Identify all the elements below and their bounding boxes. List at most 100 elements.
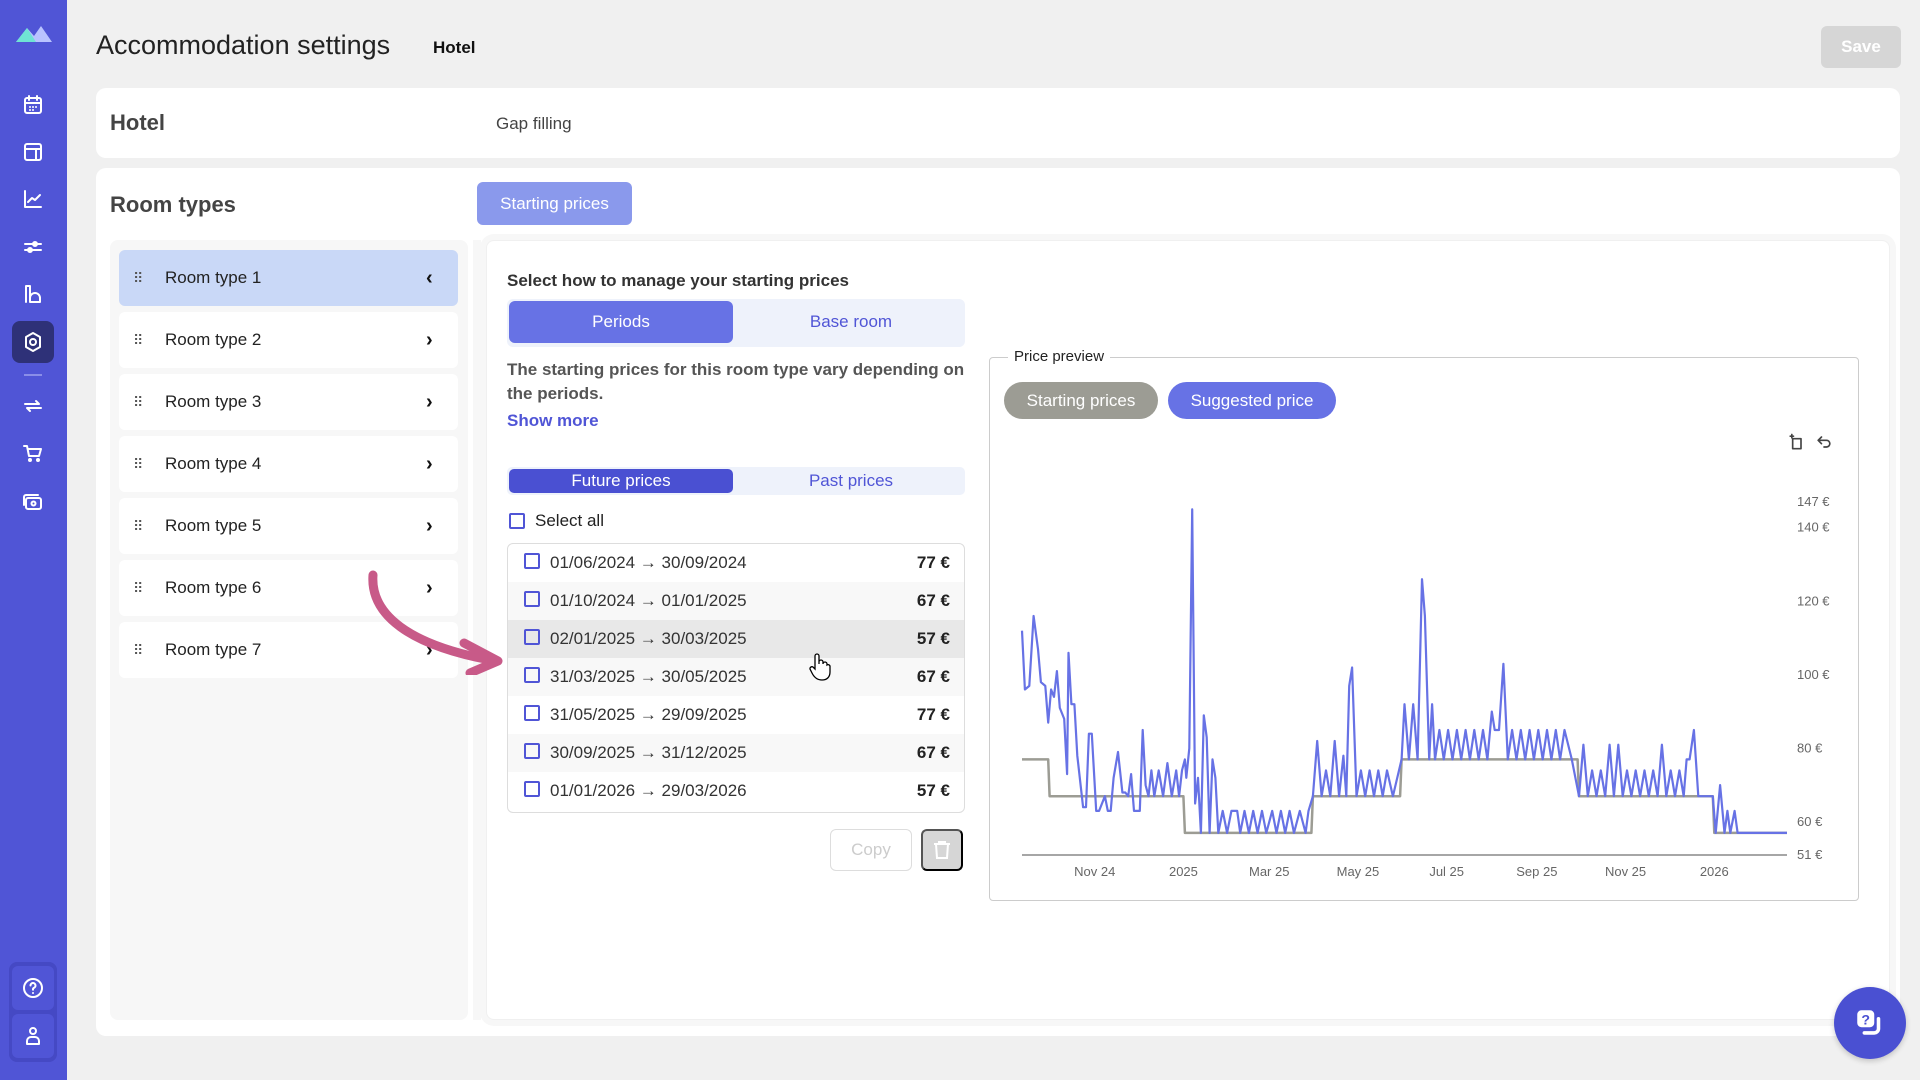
time-toggle: Future prices Past prices bbox=[507, 467, 965, 495]
period-range: 01/10/2024 → 01/01/2025 bbox=[550, 591, 747, 610]
period-price: 57 € bbox=[916, 781, 950, 800]
period-row[interactable]: 30/09/2025 → 31/12/2025 67 € bbox=[508, 734, 964, 772]
room-type-label: Room type 4 bbox=[165, 454, 262, 473]
tab-future-prices[interactable]: Future prices bbox=[509, 469, 733, 493]
y-tick-label: 120 € bbox=[1797, 593, 1830, 608]
drag-handle-icon[interactable]: ⠿ bbox=[133, 457, 145, 471]
y-tick-label: 147 € bbox=[1797, 494, 1830, 509]
period-checkbox[interactable] bbox=[524, 591, 540, 607]
select-all-label: Select all bbox=[535, 511, 604, 530]
mode-periods-button[interactable]: Periods bbox=[509, 301, 733, 343]
room-type-label: Room type 3 bbox=[165, 392, 262, 411]
drag-handle-icon[interactable]: ⠿ bbox=[133, 581, 145, 595]
room-type-item[interactable]: ⠿ Room type 3 › bbox=[119, 374, 458, 430]
period-range: 30/09/2025 → 31/12/2025 bbox=[550, 743, 747, 762]
x-tick-label: 2026 bbox=[1700, 864, 1729, 879]
tab-gap-filling[interactable]: Gap filling bbox=[496, 114, 572, 134]
y-tick-label: 80 € bbox=[1797, 740, 1823, 755]
price-chart: Nov 24 2025 Mar 25 May 25 Jul 25 Sep 25 Nov 25… bbox=[1020, 494, 1830, 879]
y-tick-label: 60 € bbox=[1797, 814, 1823, 829]
room-type-item[interactable]: ⠿ Room type 2 › bbox=[119, 312, 458, 368]
period-row[interactable]: 31/05/2025 → 29/09/2025 77 € bbox=[508, 696, 964, 734]
period-price: 67 € bbox=[916, 667, 950, 686]
hotel-card: Hotel Gap filling bbox=[96, 88, 1900, 158]
period-checkbox[interactable] bbox=[524, 743, 540, 759]
period-row[interactable]: 02/01/2025 → 30/03/2025 57 € bbox=[508, 620, 964, 658]
nav-bottom-group bbox=[9, 962, 57, 1062]
annotation-arrow bbox=[368, 570, 503, 675]
show-more-link[interactable]: Show more bbox=[507, 411, 599, 431]
period-row[interactable]: 31/03/2025 → 30/05/2025 67 € bbox=[508, 658, 964, 696]
period-list: 01/06/2024 → 30/09/2024 77 € 01/10/2024 →… bbox=[507, 543, 965, 813]
nav-divider bbox=[24, 374, 42, 376]
chevron-right-icon: › bbox=[426, 452, 433, 475]
x-tick-label: Jul 25 bbox=[1429, 864, 1464, 879]
x-tick-label: 2025 bbox=[1169, 864, 1198, 879]
mode-toggle: Periods Base room bbox=[507, 299, 965, 347]
x-tick-label: Nov 25 bbox=[1605, 864, 1646, 879]
sliders-icon[interactable] bbox=[12, 226, 54, 268]
period-range: 31/05/2025 → 29/09/2025 bbox=[550, 705, 747, 724]
drag-handle-icon[interactable]: ⠿ bbox=[133, 333, 145, 347]
save-button[interactable]: Save bbox=[1821, 26, 1901, 68]
drag-handle-icon[interactable]: ⠿ bbox=[133, 643, 145, 657]
room-type-label: Room type 1 bbox=[165, 268, 262, 287]
mode-base-room-button[interactable]: Base room bbox=[739, 301, 963, 343]
support-chat-button[interactable]: ? bbox=[1834, 987, 1906, 1059]
layout-icon[interactable] bbox=[12, 131, 54, 173]
chevron-right-icon: › bbox=[426, 514, 433, 537]
room-type-item[interactable]: ⠿ Room type 5 › bbox=[119, 498, 458, 554]
period-price: 57 € bbox=[916, 629, 950, 648]
period-checkbox[interactable] bbox=[524, 629, 540, 645]
y-tick-label: 51 € bbox=[1797, 847, 1823, 862]
tab-past-prices[interactable]: Past prices bbox=[739, 469, 963, 493]
chart-icon[interactable] bbox=[12, 178, 54, 220]
chevron-right-icon: › bbox=[426, 328, 433, 351]
page-title: Accommodation settings bbox=[96, 30, 391, 60]
chat-help-icon: ? bbox=[1857, 1010, 1881, 1035]
svg-text:?: ? bbox=[1861, 1012, 1870, 1028]
room-type-item[interactable]: ⠿ Room type 1 ‹ bbox=[119, 250, 458, 306]
select-all-checkbox[interactable] bbox=[509, 513, 525, 529]
drag-handle-icon[interactable]: ⠿ bbox=[133, 395, 145, 409]
suggested-price-line bbox=[1020, 508, 1787, 834]
mode-description: The starting prices for this room type v… bbox=[507, 360, 965, 403]
period-range: 02/01/2025 → 30/03/2025 bbox=[550, 629, 747, 648]
period-row[interactable]: 01/10/2024 → 01/01/2025 67 € bbox=[508, 582, 964, 620]
period-price: 77 € bbox=[916, 705, 950, 724]
period-checkbox[interactable] bbox=[524, 705, 540, 721]
room-type-label: Room type 2 bbox=[165, 330, 262, 349]
delete-button[interactable] bbox=[921, 829, 963, 871]
x-tick-label: May 25 bbox=[1337, 864, 1380, 879]
drag-handle-icon[interactable]: ⠿ bbox=[133, 519, 145, 533]
starting-prices-panel: Select how to manage your starting price… bbox=[486, 240, 1890, 1020]
period-checkbox[interactable] bbox=[524, 667, 540, 683]
manage-question: Select how to manage your starting price… bbox=[507, 271, 849, 290]
settings-icon[interactable] bbox=[12, 321, 54, 363]
period-row[interactable]: 01/06/2024 → 30/09/2024 77 € bbox=[508, 544, 964, 582]
chevron-right-icon: › bbox=[426, 390, 433, 413]
drag-handle-icon[interactable]: ⠿ bbox=[133, 271, 145, 285]
period-checkbox[interactable] bbox=[524, 781, 540, 797]
calendar-icon[interactable] bbox=[12, 84, 54, 126]
copy-button[interactable]: Copy bbox=[830, 829, 912, 871]
logo-icon[interactable] bbox=[14, 22, 54, 46]
camera-icon[interactable] bbox=[12, 481, 54, 523]
period-row[interactable]: 01/01/2026 → 29/03/2026 57 € bbox=[508, 772, 964, 810]
y-tick-label: 140 € bbox=[1797, 520, 1830, 535]
tab-starting-prices[interactable]: Starting prices bbox=[477, 182, 632, 225]
select-all[interactable]: Select all bbox=[509, 511, 604, 531]
y-tick-label: 100 € bbox=[1797, 667, 1830, 682]
cart-icon[interactable] bbox=[12, 432, 54, 474]
user-icon[interactable] bbox=[12, 1014, 54, 1058]
period-price: 67 € bbox=[916, 591, 950, 610]
help-icon[interactable] bbox=[12, 966, 54, 1010]
building-icon[interactable] bbox=[12, 273, 54, 315]
period-range: 31/03/2025 → 30/05/2025 bbox=[550, 667, 747, 686]
room-type-item[interactable]: ⠿ Room type 4 › bbox=[119, 436, 458, 492]
starting-price-line bbox=[1022, 758, 1787, 835]
period-checkbox[interactable] bbox=[524, 553, 540, 569]
sync-icon[interactable] bbox=[12, 385, 54, 427]
price-preview: Price preview Starting prices Suggested … bbox=[989, 348, 1859, 901]
x-tick-label: Mar 25 bbox=[1249, 864, 1289, 879]
